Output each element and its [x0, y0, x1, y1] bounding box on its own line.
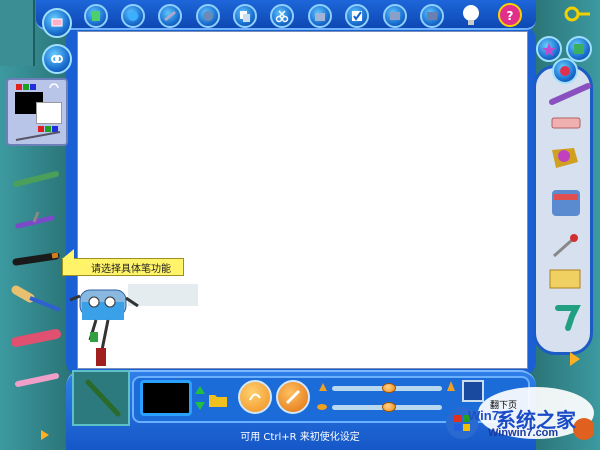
pen-icon	[285, 389, 301, 405]
paint-can-mascot	[69, 284, 198, 366]
chalk-icon[interactable]	[14, 372, 60, 388]
dropper-icon[interactable]	[550, 232, 582, 260]
style-round-button[interactable]	[238, 380, 272, 414]
up-down-arrows-icon[interactable]	[194, 384, 206, 412]
help-button[interactable]: ?	[498, 3, 522, 27]
spray-nozzle-icon[interactable]	[550, 300, 584, 332]
size-small-icon	[319, 383, 327, 391]
image-button[interactable]	[383, 4, 407, 28]
copy-button[interactable]	[233, 4, 257, 28]
paint-can-icon[interactable]	[546, 186, 586, 220]
swirl-icon	[249, 393, 261, 401]
picture-button[interactable]	[420, 4, 444, 28]
open-icon	[128, 11, 138, 21]
picture-icon	[427, 12, 437, 20]
paint-bucket-icon[interactable]	[544, 138, 588, 174]
tool-preview	[72, 370, 130, 426]
new-icon	[92, 11, 100, 21]
swatch-blue[interactable]	[30, 84, 36, 90]
print-button[interactable]	[196, 4, 220, 28]
monitor-icon	[51, 18, 63, 27]
watermark-url: Winwin7.com	[488, 427, 559, 439]
puzzle-icon	[574, 44, 584, 54]
check-button[interactable]	[345, 4, 369, 28]
swatch-red[interactable]	[16, 84, 22, 90]
current-color-box[interactable]	[140, 380, 192, 416]
check-icon	[352, 11, 362, 21]
current-pencil-icon	[85, 379, 121, 417]
color-palette[interactable]	[6, 78, 68, 146]
folder-icon[interactable]	[208, 392, 228, 408]
pencil-icon	[15, 131, 61, 141]
effects-button[interactable]	[552, 58, 578, 84]
paste-icon	[315, 13, 325, 21]
copy-icon	[240, 11, 250, 22]
magic-button[interactable]	[536, 36, 562, 62]
link-icon	[51, 55, 63, 63]
help-icon: ?	[507, 9, 514, 22]
bulb-icon	[463, 5, 479, 25]
tooltip: 请选择具体笔功能	[62, 249, 184, 276]
save-button[interactable]	[158, 4, 182, 28]
sparkle-icon	[560, 66, 570, 76]
menu-round-button[interactable]	[42, 8, 72, 38]
opacity-slider-knob[interactable]	[382, 402, 396, 412]
tooltip-text: 请选择具体笔功能	[91, 263, 171, 275]
left-top-box	[0, 0, 35, 66]
save-icon	[164, 10, 176, 22]
star-icon	[542, 43, 556, 56]
watermark-win-text: Win7	[468, 408, 499, 423]
paste-button[interactable]	[308, 4, 332, 28]
stamp-pad-icon[interactable]	[546, 266, 584, 292]
opacity-low-icon	[317, 404, 327, 410]
brush-icon[interactable]	[548, 82, 596, 106]
svg-text:?: ?	[507, 9, 514, 22]
right-arrow-next-icon[interactable]	[566, 350, 584, 368]
background-color[interactable]	[36, 102, 62, 124]
swatch-green[interactable]	[23, 84, 29, 90]
image-icon	[390, 12, 400, 20]
print-icon	[203, 11, 213, 21]
open-button[interactable]	[121, 4, 145, 28]
new-button[interactable]	[84, 4, 108, 28]
key-icon[interactable]	[562, 2, 592, 32]
bulb-button[interactable]	[460, 3, 482, 27]
cut-icon	[275, 10, 289, 23]
eraser-icon[interactable]	[548, 114, 584, 132]
left-arrow-next-icon[interactable]	[38, 428, 52, 442]
link-round-button[interactable]	[42, 44, 72, 74]
paintbrush-icon[interactable]	[10, 284, 64, 314]
status-hint: 可用 Ctrl+R 来初使化设定	[240, 432, 360, 443]
pen-round-button[interactable]	[276, 380, 310, 414]
lipstick-icon[interactable]	[12, 328, 62, 350]
swap-icon[interactable]	[48, 82, 60, 94]
marker-icon[interactable]	[12, 248, 62, 268]
airbrush-icon[interactable]	[12, 210, 62, 232]
crayon-icon[interactable]	[12, 168, 62, 188]
cut-button[interactable]	[270, 4, 294, 28]
size-slider-knob[interactable]	[382, 383, 396, 393]
